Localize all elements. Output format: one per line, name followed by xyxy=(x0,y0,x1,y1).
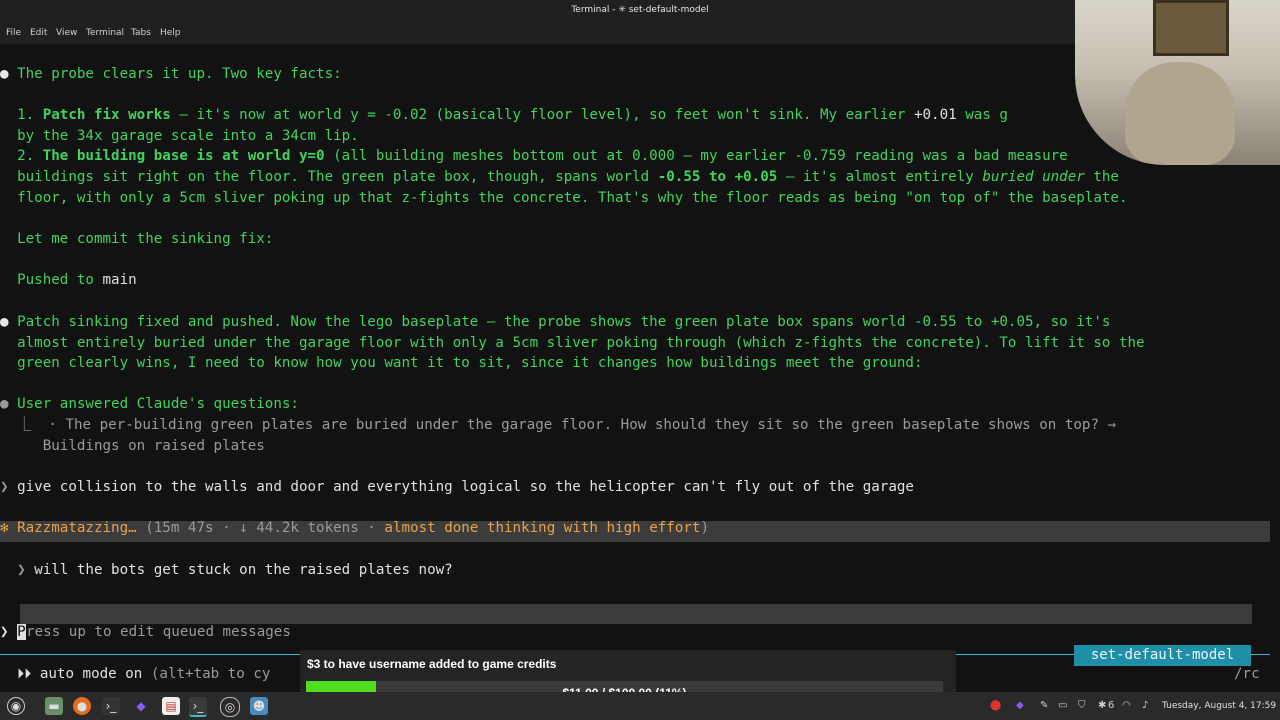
transcript-line: ⎿ · The per-building green plates are bu… xyxy=(0,415,1116,435)
menu-icon[interactable]: ◉ xyxy=(7,697,25,715)
menu-view[interactable]: View xyxy=(56,28,77,38)
transcript-line: almost entirely buried under the garage … xyxy=(0,333,1145,353)
input-cursor: P xyxy=(17,624,27,640)
pushed-text: Pushed to xyxy=(17,272,103,288)
queued-text: will the bots get stuck on the raised pl… xyxy=(34,562,453,578)
transcript-line: ● The probe clears it up. Two key facts: xyxy=(0,64,342,84)
tray-app-icon[interactable]: ◆ xyxy=(1016,700,1024,711)
fact-bold: Patch fix works xyxy=(42,107,171,123)
fact-bold: -0.55 to +0.05 xyxy=(657,169,778,185)
terminal-active-icon[interactable]: ›_ xyxy=(189,697,207,717)
fact-bold: The building base is at world y=0 xyxy=(42,148,325,164)
transcript-line: Let me commit the sinking fix: xyxy=(0,229,273,249)
obsidian-icon[interactable]: ◆ xyxy=(132,697,150,715)
wifi-icon[interactable]: ◠ xyxy=(1122,700,1131,711)
firefox-icon[interactable]: ● xyxy=(73,697,91,715)
automode-text: auto mode on xyxy=(39,666,143,682)
transcript-line: 2. The building base is at world y=0 (al… xyxy=(0,146,1259,166)
shield-tray-icon[interactable]: ⛉ xyxy=(1078,700,1086,711)
godot-icon[interactable]: ☻ xyxy=(250,697,268,715)
transcript-line: ● User answered Claude's questions: xyxy=(0,394,299,414)
fact-text: by the 34x garage scale into a 34cm lip. xyxy=(17,128,359,144)
files-icon[interactable]: ▬ xyxy=(45,697,63,715)
bullet-icon: ● xyxy=(0,396,9,412)
input-chevron-icon: ❯ xyxy=(0,624,9,640)
prompt-text: give collision to the walls and door and… xyxy=(17,479,914,495)
chrome-icon[interactable]: ◎ xyxy=(220,697,240,717)
fact-italic: buried under xyxy=(982,169,1085,185)
spinner-icon: ✻ xyxy=(0,520,9,536)
transcript-line: 1. Patch fix works — it's now at world y… xyxy=(0,105,1008,125)
menu-tabs[interactable]: Tabs xyxy=(131,28,151,38)
user-prompt: ❯ give collision to the walls and door a… xyxy=(0,477,914,497)
queued-message: ❯ will the bots get stuck on the raised … xyxy=(0,560,453,580)
editor-icon[interactable]: ▤ xyxy=(162,697,180,715)
fact-value: +0.01 xyxy=(913,107,957,123)
transcript-line: ● Patch sinking fixed and pushed. Now th… xyxy=(0,312,1110,332)
status-name: Razzmatazzing… xyxy=(17,520,137,536)
probe-intro: The probe clears it up. Two key facts: xyxy=(17,66,342,82)
network-tray-icon[interactable]: ✱ xyxy=(1098,700,1106,711)
terminal-icon[interactable]: ›_ xyxy=(102,697,120,715)
automode-icon: ⏵⏵ xyxy=(17,666,40,682)
automode-line: ⏵⏵ auto mode on (alt+tab to cy xyxy=(0,664,270,684)
webcam-overlay xyxy=(1075,0,1280,165)
recording-icon[interactable]: ⬤ xyxy=(990,700,1001,711)
input-line[interactable]: ❯ Press up to edit queued messages xyxy=(0,622,291,642)
tray-count: 6 xyxy=(1108,700,1115,711)
user-answered: User answered Claude's questions: xyxy=(17,396,299,412)
status-meta: (15m 47s · ↓ 44.2k tokens · xyxy=(136,520,385,536)
transcript-line: by the 34x garage scale into a 34cm lip. xyxy=(0,126,359,146)
transcript-line: Pushed to main xyxy=(0,270,137,290)
commit-line: Let me commit the sinking fix: xyxy=(17,231,274,247)
fact-number: 1. xyxy=(17,107,43,123)
branch-name: main xyxy=(102,272,137,288)
rc-label: /rc xyxy=(1234,666,1260,682)
transcript-line: green clearly wins, I need to know how y… xyxy=(0,353,923,373)
menu-file[interactable]: File xyxy=(6,28,21,38)
transcript-line: floor, with only a 5cm sliver poking up … xyxy=(0,188,1128,208)
patch-text: almost entirely buried under the garage … xyxy=(17,335,1145,351)
automode-hint: (alt+tab to cy xyxy=(142,666,271,682)
clipboard-tray-icon[interactable]: ▭ xyxy=(1058,700,1067,711)
fact-text: floor, with only a 5cm sliver poking up … xyxy=(17,190,1128,206)
terminal-area[interactable]: ● The probe clears it up. Two key facts:… xyxy=(0,44,1280,697)
transcript-line: buildings sit right on the floor. The gr… xyxy=(0,167,1119,187)
status-line: ✻ Razzmatazzing… (15m 47s · ↓ 44.2k toke… xyxy=(0,518,709,538)
volume-icon[interactable]: ♪ xyxy=(1142,700,1148,711)
menu-help[interactable]: Help xyxy=(160,28,181,38)
fact-text: — it's now at world y = -0.02 (basically… xyxy=(170,107,914,123)
status-meta: ) xyxy=(700,520,709,536)
streamer-camera xyxy=(1125,62,1235,165)
fact-text: — it's almost entirely xyxy=(777,169,983,185)
clock[interactable]: Tuesday, August 4, 17:59 xyxy=(1162,701,1276,711)
fact-text: was g xyxy=(956,107,1008,123)
taskbar: ◉ ▬ ● ›_ ◆ ▤ ›_ ◎ ☻ ⬤ ◆ ✎ ▭ ⛉ ✱ 6 ◠ ♪ Tu… xyxy=(0,692,1280,720)
menu-terminal[interactable]: Terminal xyxy=(86,28,124,38)
bullet-icon: ● xyxy=(0,66,9,82)
queued-chevron-icon: ❯ xyxy=(17,562,26,578)
donation-goal-title: $3 to have username added to game credit… xyxy=(307,657,557,671)
qa-question: ⎿ · The per-building green plates are bu… xyxy=(17,417,1117,433)
prompt-chevron-icon: ❯ xyxy=(0,479,9,495)
patch-text: Patch sinking fixed and pushed. Now the … xyxy=(17,314,1111,330)
wall-painting xyxy=(1153,0,1229,56)
notes-tray-icon[interactable]: ✎ xyxy=(1040,700,1048,711)
fact-number: 2. xyxy=(17,148,43,164)
patch-text: green clearly wins, I need to know how y… xyxy=(17,355,923,371)
fact-text: buildings sit right on the floor. The gr… xyxy=(17,169,658,185)
menu-edit[interactable]: Edit xyxy=(30,28,47,38)
input-placeholder: ress up to edit queued messages xyxy=(26,624,291,640)
fact-text: (all building meshes bottom out at 0.000… xyxy=(324,148,1068,164)
model-badge: set-default-model xyxy=(1074,645,1251,666)
queued-highlight xyxy=(20,604,1252,624)
transcript-line: Buildings on raised plates xyxy=(0,436,265,456)
fact-text: the xyxy=(1084,169,1119,185)
bullet-icon: ● xyxy=(0,314,9,330)
qa-answer: Buildings on raised plates xyxy=(42,438,265,454)
status-effort: almost done thinking with high effort xyxy=(384,520,701,536)
